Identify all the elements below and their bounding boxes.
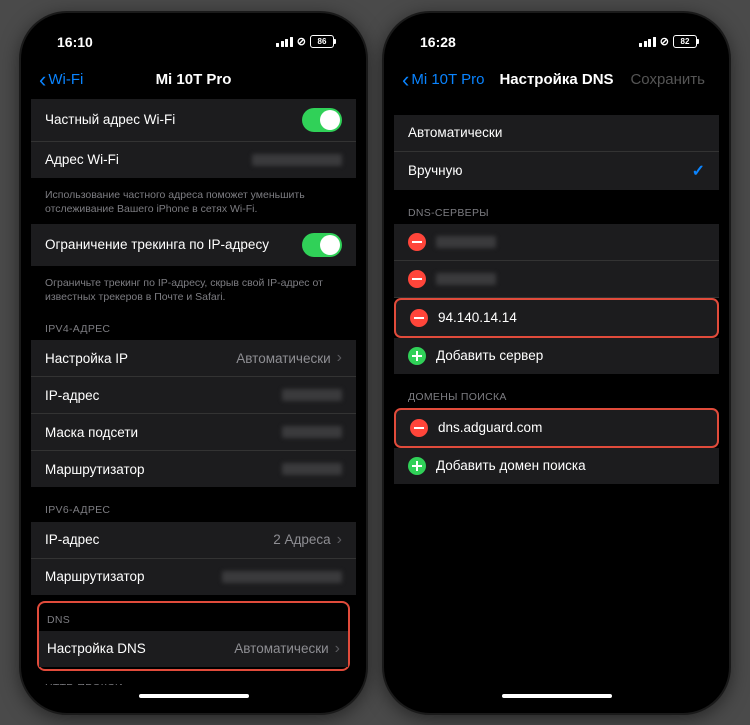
router-blurred	[282, 463, 342, 475]
server2-blurred	[436, 273, 496, 285]
group-private: Частный адрес Wi-Fi Адрес Wi-Fi	[31, 99, 356, 178]
server-row-3-highlight[interactable]: 94.140.14.14	[394, 298, 719, 338]
chevron-left-icon: ‹	[39, 69, 46, 91]
group-servers: 94.140.14.14 Добавить сервер	[394, 224, 719, 374]
add-domain-row[interactable]: Добавить домен поиска	[394, 448, 719, 484]
phone-right: 16:28 ⊘ 82 ‹ Mi 10T Pro Настройка DNS Со…	[384, 13, 729, 713]
ip-addr-blurred	[282, 389, 342, 401]
nav-bar: ‹ Mi 10T Pro Настройка DNS Сохранить	[394, 61, 719, 99]
home-indicator[interactable]	[502, 694, 612, 698]
save-button[interactable]: Сохранить	[630, 71, 705, 88]
subnet-blurred	[282, 426, 342, 438]
delete-icon[interactable]	[408, 233, 426, 251]
back-button[interactable]: ‹ Wi-Fi	[39, 69, 83, 91]
group-ipv4: Настройка IP Автоматически› IP-адрес Мас…	[31, 340, 356, 487]
server-row-1[interactable]	[394, 224, 719, 261]
limit-tracking-toggle[interactable]	[302, 233, 342, 257]
chevron-left-icon: ‹	[402, 69, 409, 91]
domains-header: ДОМЕНЫ ПОИСКА	[394, 380, 719, 408]
group-ipv6: IP-адрес 2 Адреса› Маршрутизатор	[31, 522, 356, 595]
content[interactable]: Частный адрес Wi-Fi Адрес Wi-Fi Использо…	[31, 99, 356, 685]
back-label: Wi-Fi	[48, 71, 83, 88]
router-row: Маршрутизатор	[31, 451, 356, 487]
content[interactable]: Автоматически Вручную ✓ DNS-СЕРВЕРЫ	[394, 99, 719, 685]
proxy-header: HTTP-ПРОКСИ	[31, 671, 356, 685]
group-dns: Настройка DNS Автоматически›	[39, 631, 348, 667]
server-row-2[interactable]	[394, 261, 719, 298]
ipv4-header: IPV4-АДРЕС	[31, 312, 356, 340]
chevron-right-icon: ›	[335, 640, 340, 658]
home-indicator[interactable]	[139, 694, 249, 698]
limit-note: Ограничьте трекинг по IP-адресу, скрыв с…	[31, 272, 356, 312]
ip-addr-row: IP-адрес	[31, 377, 356, 414]
status-right: ⊘ 86	[276, 35, 334, 48]
private-wifi-label: Частный адрес Wi-Fi	[45, 112, 175, 127]
auto-row[interactable]: Автоматически	[394, 115, 719, 152]
group-mode: Автоматически Вручную ✓	[394, 115, 719, 190]
chevron-right-icon: ›	[337, 531, 342, 549]
ipv6-router-row: Маршрутизатор	[31, 559, 356, 595]
delete-icon[interactable]	[408, 270, 426, 288]
delete-icon[interactable]	[410, 419, 428, 437]
dns-config-row[interactable]: Настройка DNS Автоматически›	[39, 631, 348, 667]
vpn-icon: ⊘	[297, 35, 306, 48]
add-server-row[interactable]: Добавить сервер	[394, 338, 719, 374]
screen-left: 16:10 ⊘ 86 ‹ Wi-Fi Mi 10T Pro Частный ад…	[31, 23, 356, 703]
dns-header: DNS	[39, 603, 348, 631]
nav-title: Настройка DNS	[499, 71, 613, 88]
group-domains: dns.adguard.com Добавить домен поиска	[394, 408, 719, 484]
notch	[119, 23, 269, 47]
screen-right: 16:28 ⊘ 82 ‹ Mi 10T Pro Настройка DNS Со…	[394, 23, 719, 703]
domain1-value: dns.adguard.com	[438, 420, 542, 435]
wifi-addr-value-blurred	[252, 154, 342, 166]
servers-header: DNS-СЕРВЕРЫ	[394, 196, 719, 224]
status-time: 16:28	[420, 34, 456, 50]
ip-config-row[interactable]: Настройка IP Автоматически›	[31, 340, 356, 377]
ipv6-router-blurred	[222, 571, 342, 583]
private-wifi-toggle[interactable]	[302, 108, 342, 132]
delete-icon[interactable]	[410, 309, 428, 327]
ipv6-addr-row[interactable]: IP-адрес 2 Адреса›	[31, 522, 356, 559]
back-button[interactable]: ‹ Mi 10T Pro	[402, 69, 484, 91]
subnet-row: Маска подсети	[31, 414, 356, 451]
server1-blurred	[436, 236, 496, 248]
add-icon[interactable]	[408, 347, 426, 365]
add-icon[interactable]	[408, 457, 426, 475]
phone-left: 16:10 ⊘ 86 ‹ Wi-Fi Mi 10T Pro Частный ад…	[21, 13, 366, 713]
checkmark-icon: ✓	[692, 161, 705, 181]
nav-title: Mi 10T Pro	[156, 71, 232, 88]
cellular-icon	[276, 37, 293, 47]
dns-highlight: DNS Настройка DNS Автоматически›	[37, 601, 350, 671]
domain-row-1-highlight[interactable]: dns.adguard.com	[394, 408, 719, 448]
cellular-icon	[639, 37, 656, 47]
wifi-addr-row: Адрес Wi-Fi	[31, 142, 356, 178]
wifi-addr-label: Адрес Wi-Fi	[45, 152, 119, 167]
nav-bar: ‹ Wi-Fi Mi 10T Pro	[31, 61, 356, 99]
limit-tracking-row[interactable]: Ограничение трекинга по IP-адресу	[31, 224, 356, 266]
limit-tracking-label: Ограничение трекинга по IP-адресу	[45, 237, 269, 252]
notch	[482, 23, 632, 47]
battery-icon: 86	[310, 35, 334, 48]
server3-value: 94.140.14.14	[438, 310, 517, 325]
ipv6-header: IPV6-АДРЕС	[31, 493, 356, 521]
status-right: ⊘ 82	[639, 35, 697, 48]
private-note: Использование частного адреса поможет ум…	[31, 184, 356, 224]
manual-row[interactable]: Вручную ✓	[394, 152, 719, 190]
battery-icon: 82	[673, 35, 697, 48]
chevron-right-icon: ›	[337, 349, 342, 367]
status-time: 16:10	[57, 34, 93, 50]
back-label: Mi 10T Pro	[411, 71, 484, 88]
private-wifi-row[interactable]: Частный адрес Wi-Fi	[31, 99, 356, 142]
group-tracking: Ограничение трекинга по IP-адресу	[31, 224, 356, 266]
vpn-icon: ⊘	[660, 35, 669, 48]
